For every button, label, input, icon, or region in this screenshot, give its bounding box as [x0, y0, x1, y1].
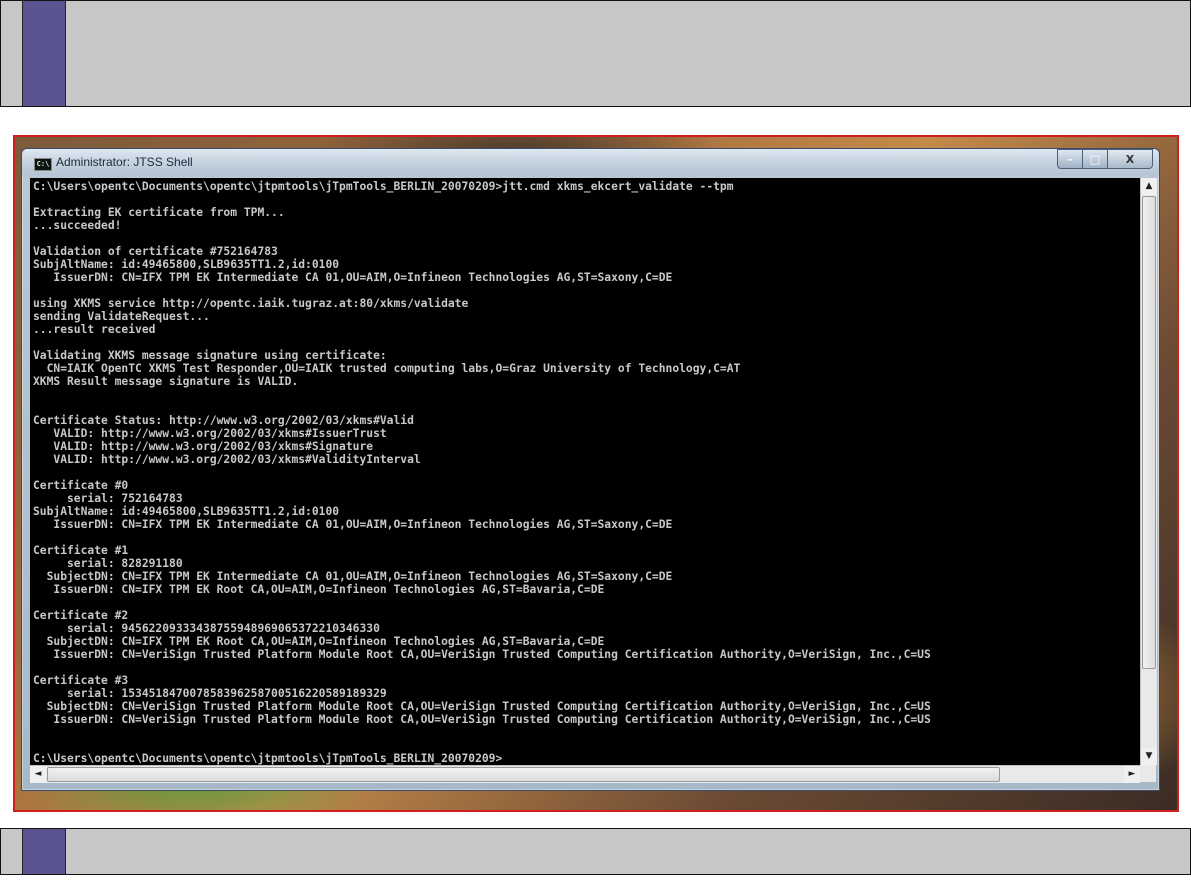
scroll-down-arrow-icon[interactable]: ▼ [1141, 748, 1157, 765]
console-line: IssuerDN: CN=VeriSign Trusted Platform M… [33, 713, 931, 726]
console-line: IssuerDN: CN=VeriSign Trusted Platform M… [33, 648, 931, 661]
vertical-scroll-thumb[interactable] [1142, 196, 1156, 669]
console-window: C:\ Administrator: JTSS Shell – □ X C:\U… [21, 148, 1160, 791]
console-line: IssuerDN: CN=IFX TPM EK Intermediate CA … [33, 271, 673, 284]
window-titlebar[interactable]: C:\ Administrator: JTSS Shell – □ X [22, 149, 1159, 175]
console-line: C:\Users\opentc\Documents\opentc\jtpmtoo… [33, 180, 734, 193]
console-line: C:\Users\opentc\Documents\opentc\jtpmtoo… [33, 752, 503, 765]
console-line: Certificate Status: http://www.w3.org/20… [33, 414, 414, 427]
window-title: Administrator: JTSS Shell [56, 155, 193, 169]
console-line: ...succeeded! [33, 219, 122, 232]
console-line: Validation of certificate #752164783 [33, 245, 278, 258]
console-line: SubjectDN: CN=VeriSign Trusted Platform … [33, 700, 931, 713]
window-controls: – □ X [1057, 149, 1153, 169]
console-line: XKMS Result message signature is VALID. [33, 375, 299, 388]
console-line: SubjectDN: CN=IFX TPM EK Root CA,OU=AIM,… [33, 635, 605, 648]
scroll-up-arrow-icon[interactable]: ▲ [1141, 178, 1157, 195]
console-output: C:\Users\opentc\Documents\opentc\jtpmtoo… [30, 178, 1140, 765]
console-line: Certificate #3 [33, 674, 129, 687]
slide-header-accent [22, 1, 66, 106]
console-line: IssuerDN: CN=IFX TPM EK Root CA,OU=AIM,O… [33, 583, 605, 596]
console-line: Certificate #1 [33, 544, 129, 557]
horizontal-scroll-thumb[interactable] [47, 767, 1000, 782]
console-line: VALID: http://www.w3.org/2002/03/xkms#Va… [33, 453, 421, 466]
console-line: using XKMS service http://opentc.iaik.tu… [33, 297, 469, 310]
console-line: VALID: http://www.w3.org/2002/03/xkms#Si… [33, 440, 374, 453]
console-line: serial: 828291180 [33, 557, 183, 570]
maximize-button[interactable]: □ [1083, 149, 1108, 169]
slide-footer-bar [0, 828, 1191, 875]
horizontal-scrollbar[interactable]: ◄ ► [30, 765, 1140, 783]
close-icon: X [1125, 152, 1135, 166]
resize-grip-icon[interactable] [1140, 765, 1156, 782]
console-line: SubjectDN: CN=IFX TPM EK Intermediate CA… [33, 570, 673, 583]
minimize-button[interactable]: – [1057, 149, 1083, 169]
console-line: serial: 94562209333438755948969065372210… [33, 622, 380, 635]
console-app-icon: C:\ [34, 158, 52, 171]
console-line: sending ValidateRequest... [33, 310, 210, 323]
console-line: ...result received [33, 323, 156, 336]
console-line: SubjAltName: id:49465800,SLB9635TT1.2,id… [33, 505, 340, 518]
console-line: IssuerDN: CN=IFX TPM EK Intermediate CA … [33, 518, 673, 531]
console-line: CN=IAIK OpenTC XKMS Test Responder,OU=IA… [33, 362, 741, 375]
console-line: SubjAltName: id:49465800,SLB9635TT1.2,id… [33, 258, 340, 271]
console-line: Validating XKMS message signature using … [33, 349, 387, 362]
scroll-left-arrow-icon[interactable]: ◄ [30, 766, 46, 783]
console-line: Extracting EK certificate from TPM... [33, 206, 285, 219]
close-button[interactable]: X [1108, 149, 1153, 169]
console-line: VALID: http://www.w3.org/2002/03/xkms#Is… [33, 427, 387, 440]
slide-footer-accent [22, 829, 66, 874]
vertical-scrollbar[interactable]: ▲ ▼ [1140, 178, 1157, 765]
maximize-icon: □ [1089, 152, 1101, 166]
console-line: serial: 15345184700785839625870051622058… [33, 687, 387, 700]
console-line: Certificate #0 [33, 479, 129, 492]
console-line: Certificate #2 [33, 609, 129, 622]
scroll-right-arrow-icon[interactable]: ► [1124, 766, 1140, 783]
console-output-area[interactable]: C:\Users\opentc\Documents\opentc\jtpmtoo… [30, 178, 1140, 765]
minimize-icon: – [1067, 152, 1073, 166]
slide-header-bar [0, 0, 1191, 107]
console-line: serial: 752164783 [33, 492, 183, 505]
